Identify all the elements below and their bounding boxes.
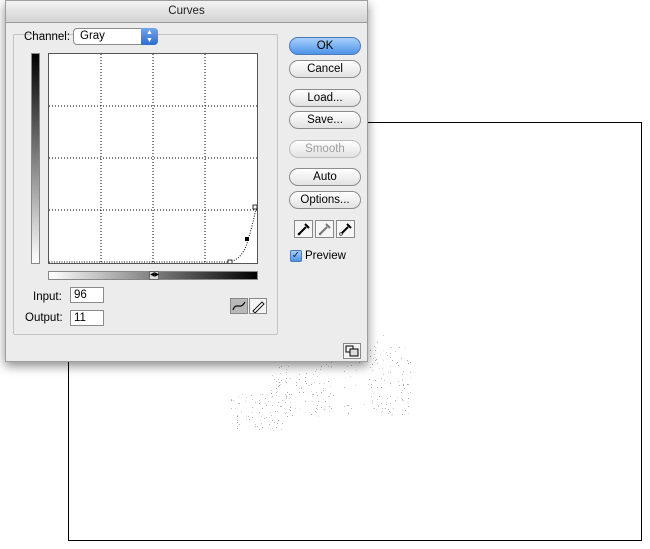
input-label: Input: — [33, 291, 62, 303]
curves-dialog: Curves Channel: Gray ▲ ▼ ◀▶ Input: 96 Out… — [5, 0, 368, 362]
auto-button[interactable]: Auto — [289, 168, 361, 186]
cancel-button[interactable]: Cancel — [289, 60, 361, 78]
preview-checkbox[interactable]: ✓ — [290, 250, 302, 262]
ok-button[interactable]: OK — [289, 37, 361, 55]
input-gradient-bar: ◀▶ — [48, 271, 258, 280]
up-down-arrows-icon: ▲ ▼ — [141, 28, 158, 45]
save-button[interactable]: Save... — [289, 111, 361, 129]
gray-eyedropper-icon[interactable] — [315, 220, 334, 238]
channel-value: Gray — [80, 30, 105, 42]
pencil-tool-icon[interactable] — [249, 298, 267, 314]
smooth-button[interactable]: Smooth — [289, 140, 361, 158]
channel-label: Channel: — [24, 31, 71, 43]
curve-grid — [49, 54, 257, 263]
curve-point[interactable] — [252, 204, 257, 210]
output-gradient-bar — [31, 53, 40, 264]
curve-tool-icon[interactable] — [230, 298, 248, 314]
white-eyedropper-icon[interactable] — [336, 220, 355, 238]
gradient-direction-icon[interactable]: ◀▶ — [149, 271, 159, 280]
black-eyedropper-icon[interactable] — [294, 220, 313, 238]
preview-label: Preview — [305, 250, 346, 262]
output-field[interactable]: 11 — [70, 310, 104, 326]
curve-point[interactable] — [227, 259, 233, 263]
output-label: Output: — [25, 312, 63, 324]
curve-graph[interactable] — [48, 53, 258, 264]
dialog-title: Curves — [6, 1, 367, 23]
expand-icon[interactable] — [343, 343, 361, 359]
input-field[interactable]: 96 — [70, 287, 104, 303]
curve-point-selected[interactable] — [245, 237, 249, 241]
channel-select[interactable]: Gray ▲ ▼ — [73, 28, 158, 45]
options-button[interactable]: Options... — [289, 191, 361, 209]
load-button[interactable]: Load... — [289, 89, 361, 107]
